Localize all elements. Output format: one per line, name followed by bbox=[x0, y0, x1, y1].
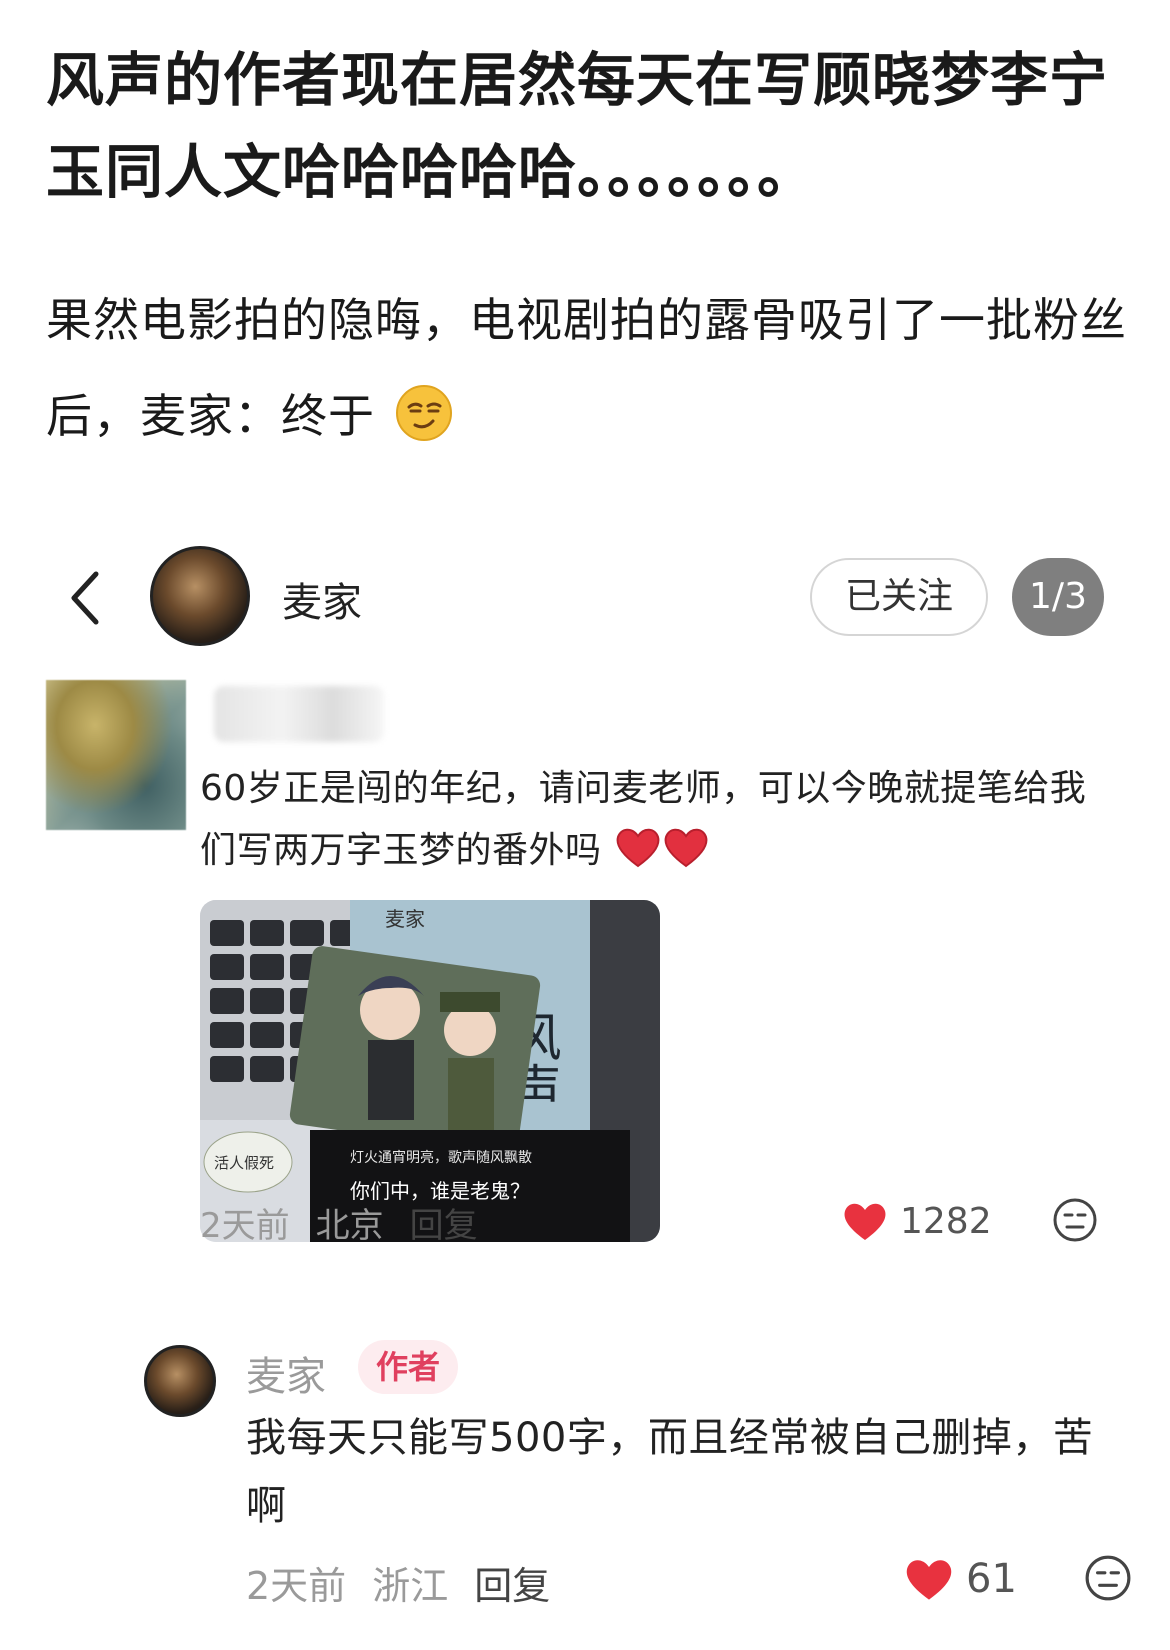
comment-like-button[interactable]: 1282 bbox=[842, 1200, 992, 1242]
heart-icon bbox=[844, 1203, 886, 1240]
comment-photo[interactable]: 麦家 风声 灯火通宵明亮，歌声随风飘散 你们中，谁是老鬼？ 活人假死 bbox=[200, 900, 660, 1242]
reply-like-button[interactable]: 61 bbox=[904, 1556, 1017, 1602]
post-body-text: 果然电影拍的隐晦，电视剧拍的露骨吸引了一批粉丝后，麦家：终于 bbox=[46, 293, 1127, 443]
reply-author-name[interactable]: 麦家 bbox=[246, 1344, 326, 1402]
embedded-post-header: 麦家 已关注 1/3 bbox=[0, 540, 1170, 650]
reply-like-count: 61 bbox=[966, 1556, 1017, 1602]
comment-like-count: 1282 bbox=[900, 1200, 992, 1242]
red-heart-emoji-icon bbox=[617, 828, 660, 868]
comment-location: 北京 bbox=[315, 1206, 384, 1246]
sticker-text: 活人假死 bbox=[214, 1154, 274, 1172]
reply-text: 我每天只能写500字，而且经常被自己删掉，苦啊 bbox=[246, 1415, 1094, 1529]
comment-meta: 2天前 北京 回复 bbox=[200, 1198, 504, 1247]
book-author-text: 麦家 bbox=[385, 907, 425, 931]
author-name[interactable]: 麦家 bbox=[282, 570, 362, 628]
comment-text: 60岁正是闯的年纪，请问麦老师，可以今晚就提笔给我们写两万字玉梦的番外吗 bbox=[200, 758, 1120, 882]
page-indicator-label: 1/3 bbox=[1029, 576, 1087, 617]
back-arrow-icon[interactable] bbox=[62, 568, 112, 628]
reply-meta: 2天前 浙江 回复 bbox=[246, 1555, 576, 1610]
reply-author-avatar[interactable] bbox=[144, 1345, 216, 1417]
reply-time: 2天前 bbox=[246, 1564, 347, 1608]
page-indicator[interactable]: 1/3 bbox=[1012, 558, 1104, 636]
heart-icon bbox=[906, 1560, 952, 1600]
commenter-name-blurred bbox=[214, 686, 384, 742]
red-heart-emoji-icon bbox=[665, 828, 708, 868]
neutral-face-icon[interactable] bbox=[1084, 1554, 1132, 1602]
follow-button[interactable]: 已关注 bbox=[810, 558, 988, 636]
comment-photo-illustration: 麦家 风声 灯火通宵明亮，歌声随风飘散 你们中，谁是老鬼？ 活人假死 bbox=[200, 900, 660, 1242]
smirk-emoji-icon bbox=[395, 385, 452, 441]
post-body: 果然电影拍的隐晦，电视剧拍的露骨吸引了一批粉丝后，麦家：终于 bbox=[46, 272, 1136, 464]
author-avatar[interactable] bbox=[150, 546, 250, 646]
neutral-face-icon[interactable] bbox=[1052, 1197, 1098, 1243]
cover-line1-text: 灯火通宵明亮，歌声随风飘散 bbox=[350, 1149, 532, 1166]
reply-reply-button[interactable]: 回复 bbox=[474, 1564, 550, 1608]
author-badge: 作者 bbox=[358, 1340, 458, 1394]
comment-time: 2天前 bbox=[200, 1206, 290, 1246]
reply-location: 浙江 bbox=[372, 1564, 449, 1608]
comment-reply-button[interactable]: 回复 bbox=[410, 1206, 478, 1246]
commenter-avatar[interactable] bbox=[46, 680, 186, 830]
post-title: 风声的作者现在居然每天在写顾晓梦李宁玉同人文哈哈哈哈哈。。。。。。。 bbox=[46, 46, 1109, 206]
